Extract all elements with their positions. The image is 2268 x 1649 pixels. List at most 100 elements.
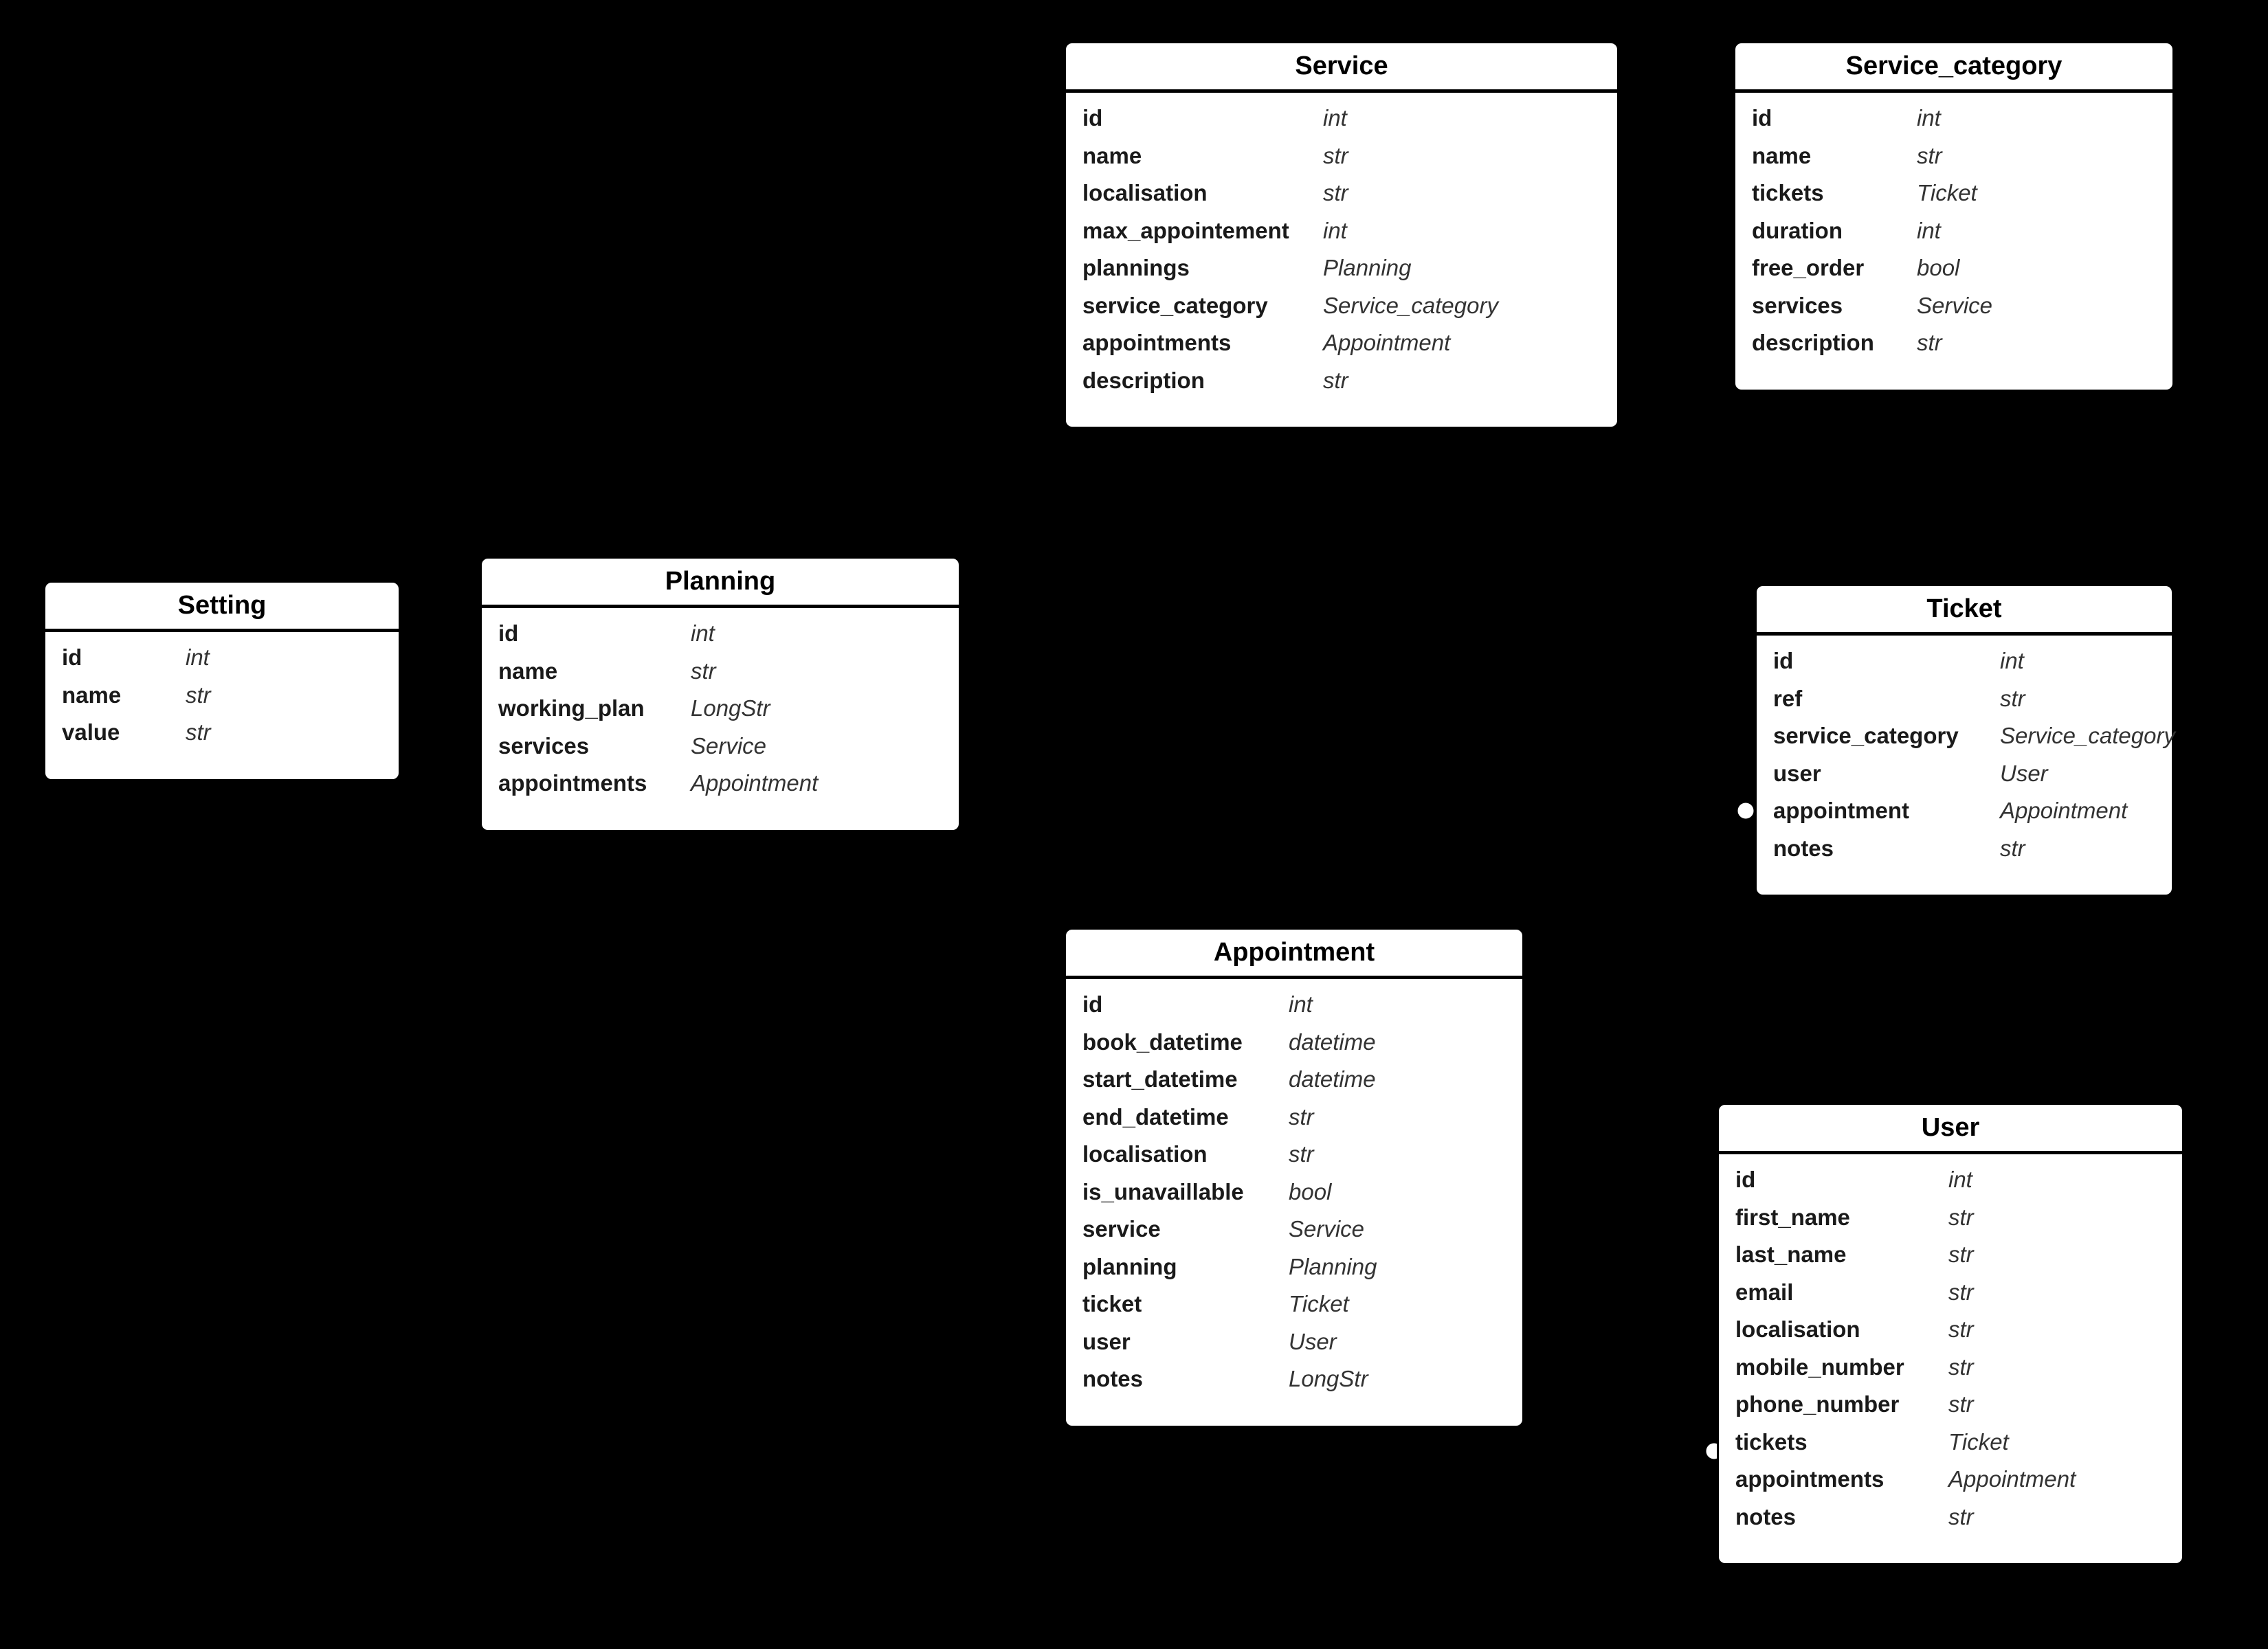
field-type: Service	[1917, 291, 1992, 322]
field-type: User	[2000, 759, 2048, 789]
field-row: descriptionstr	[1082, 362, 1601, 400]
field-name: ref	[1773, 684, 1986, 715]
field-row: idint	[1752, 100, 2156, 137]
field-name: user	[1082, 1327, 1275, 1358]
field-type: str	[2000, 833, 2025, 864]
field-type: str	[1948, 1389, 1974, 1420]
field-name: working_plan	[498, 693, 677, 724]
field-type: str	[1948, 1502, 1974, 1533]
field-row: last_namestr	[1735, 1236, 2166, 1274]
entity-service: Service idint namestr localisationstr ma…	[1064, 41, 1619, 429]
field-row: appointmentAppointment	[1773, 792, 2155, 830]
field-type: str	[1289, 1102, 1314, 1133]
entity-title: User	[1719, 1105, 2182, 1154]
field-type: int	[186, 642, 210, 673]
field-type: User	[1289, 1327, 1337, 1358]
entity-service-category: Service_category idint namestr ticketsTi…	[1733, 41, 2175, 392]
field-type: str	[2000, 684, 2025, 715]
entity-setting: Setting idint namestr value str	[43, 581, 401, 781]
field-type: str	[1948, 1202, 1974, 1233]
entity-body: idint namestr ticketsTicket durationint …	[1735, 93, 2172, 390]
field-row: service_categoryService_category	[1773, 717, 2155, 755]
field-type: int	[1948, 1165, 1972, 1196]
field-row: mobile_numberstr	[1735, 1349, 2166, 1387]
field-row: refstr	[1773, 680, 2155, 718]
entity-planning: Planning idint namestr working_planLongS…	[480, 557, 961, 832]
entity-title: Ticket	[1757, 586, 2172, 636]
field-name: end_datetime	[1082, 1102, 1275, 1133]
field-name: free_order	[1752, 253, 1903, 284]
field-type: int	[1323, 103, 1347, 134]
field-row: notesLongStr	[1082, 1360, 1506, 1398]
field-name: services	[1752, 291, 1903, 322]
field-row: descriptionstr	[1752, 324, 2156, 362]
field-row: is_unavaillablebool	[1082, 1174, 1506, 1211]
field-row: namestr	[498, 653, 942, 691]
field-name: notes	[1773, 833, 1986, 864]
field-type: str	[691, 656, 716, 687]
field-type: Appointment	[1948, 1464, 2076, 1495]
entity-ticket: Ticket idint refstr service_categoryServ…	[1755, 584, 2174, 897]
field-row: appointments Appointment	[1735, 1461, 2166, 1499]
field-name: id	[1082, 103, 1309, 134]
entity-title: Setting	[45, 583, 399, 632]
field-name: id	[498, 618, 677, 649]
field-name: localisation	[1082, 178, 1309, 209]
field-name: services	[498, 731, 677, 762]
field-name: description	[1082, 366, 1309, 396]
field-row: ticket Ticket	[1082, 1286, 1506, 1323]
field-type: int	[691, 618, 715, 649]
field-row: localisationstr	[1082, 175, 1601, 212]
field-name: localisation	[1735, 1314, 1935, 1345]
field-row: namestr	[62, 677, 382, 715]
field-row: idint	[1082, 986, 1506, 1024]
entity-body: idint first_namestr last_namestr emailst…	[1719, 1154, 2182, 1563]
field-type: LongStr	[691, 693, 770, 724]
field-row: phone_numberstr	[1735, 1386, 2166, 1424]
field-row: working_plan LongStr	[498, 690, 942, 728]
field-row: service_category Service_category	[1082, 287, 1601, 325]
field-type: int	[1917, 216, 1941, 247]
field-row: idint	[1773, 642, 2155, 680]
field-name: appointment	[1773, 796, 1986, 827]
field-type: str	[1323, 141, 1348, 172]
field-type: str	[186, 717, 211, 748]
field-row: localisation str	[1735, 1311, 2166, 1349]
field-name: last_name	[1735, 1239, 1935, 1270]
field-row: idint	[62, 639, 382, 677]
field-type: Service_category	[1323, 291, 1498, 322]
field-name: tickets	[1735, 1427, 1935, 1458]
field-name: service_category	[1082, 291, 1309, 322]
field-name: id	[1752, 103, 1903, 134]
field-row: notes str	[1773, 830, 2155, 868]
field-name: id	[1735, 1165, 1935, 1196]
field-type: Appointment	[1323, 328, 1450, 359]
field-row: planningPlanning	[1082, 1248, 1506, 1286]
field-name: ticket	[1082, 1289, 1275, 1320]
field-row: durationint	[1752, 212, 2156, 250]
field-type: str	[1948, 1314, 1974, 1345]
field-row: namestr	[1082, 137, 1601, 175]
field-type: Service	[691, 731, 766, 762]
field-row: appointmentsAppointment	[498, 765, 942, 803]
entity-body: idint namestr localisationstr max_appoin…	[1066, 93, 1617, 427]
entity-body: idint book_datetimedatetime start_dateti…	[1066, 979, 1522, 1426]
field-type: Ticket	[1289, 1289, 1349, 1320]
entity-body: idint namestr working_plan LongStr servic…	[482, 608, 959, 830]
field-row: ticketsTicket	[1752, 175, 2156, 212]
field-name: localisation	[1082, 1139, 1275, 1170]
field-name: service	[1082, 1214, 1275, 1245]
field-type: Service_category	[2000, 721, 2175, 752]
field-name: value	[62, 717, 172, 748]
entity-body: idint namestr value str	[45, 632, 399, 779]
field-name: is_unavaillable	[1082, 1177, 1275, 1208]
field-row: user User	[1082, 1323, 1506, 1361]
field-row: start_datetimedatetime	[1082, 1061, 1506, 1099]
field-row: first_namestr	[1735, 1199, 2166, 1237]
field-name: email	[1735, 1277, 1935, 1308]
field-type: int	[1323, 216, 1347, 247]
entity-user: User idint first_namestr last_namestr em…	[1717, 1103, 2184, 1565]
field-name: notes	[1735, 1502, 1935, 1533]
field-name: name	[62, 680, 172, 711]
field-name: appointments	[1735, 1464, 1935, 1495]
